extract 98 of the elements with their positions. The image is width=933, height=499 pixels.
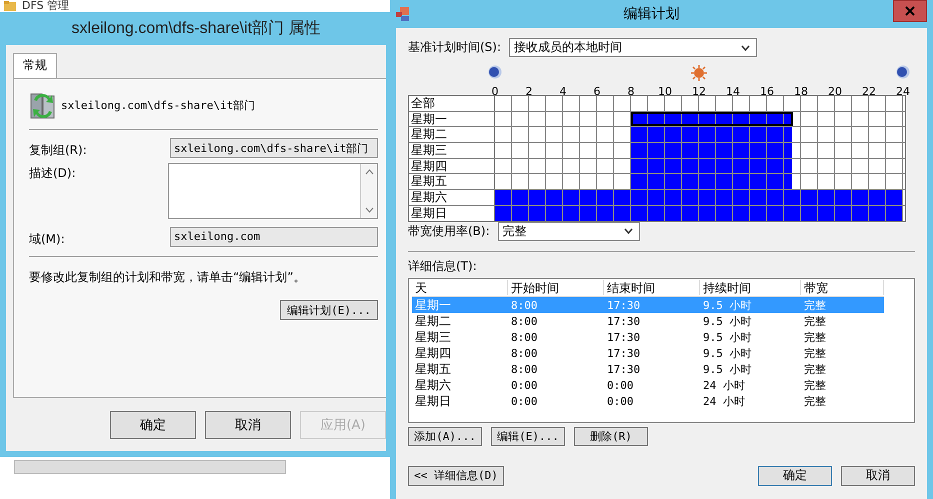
hour-label: 0 bbox=[492, 85, 498, 98]
hour-label: 20 bbox=[828, 85, 842, 98]
column-header[interactable]: 结束时间 bbox=[604, 280, 700, 295]
hour-label: 14 bbox=[726, 85, 740, 98]
instruction-text: 要修改此复制组的计划和带宽，请单击“编辑计划”。 bbox=[29, 269, 306, 286]
table-cell-text: 9.5 小时 bbox=[702, 314, 752, 328]
table-cell-text: 星期日 bbox=[414, 392, 452, 410]
table-cell-text: 完整 bbox=[803, 330, 827, 344]
dialog-button[interactable]: 确定 bbox=[758, 466, 832, 486]
hour-label: 24 bbox=[896, 85, 910, 98]
sun-icon bbox=[691, 65, 707, 81]
table-cell-text: 0:00 bbox=[606, 378, 634, 392]
table-cell-text: 8:00 bbox=[510, 298, 538, 312]
dialog-button[interactable]: 取消 bbox=[205, 411, 291, 439]
action-button[interactable]: 添加(A)... bbox=[408, 426, 482, 446]
table-cell-text: 9.5 小时 bbox=[702, 298, 752, 312]
moon-icon bbox=[488, 65, 502, 79]
table-cell-text: 8:00 bbox=[510, 362, 538, 376]
table-cell-text: 17:30 bbox=[606, 362, 642, 376]
edit-schedule-button[interactable]: 编辑计划(E)... bbox=[280, 300, 378, 320]
section-label: 详细信息(T): bbox=[408, 258, 478, 274]
action-button[interactable]: 删除(R) bbox=[574, 426, 648, 446]
table-cell-text: 0:00 bbox=[510, 394, 538, 408]
app-icon bbox=[396, 7, 410, 21]
folder-icon bbox=[4, 1, 16, 11]
field-label: 基准计划时间(S): bbox=[408, 39, 502, 56]
table-cell-text: 8:00 bbox=[510, 314, 538, 328]
field-label: 域(M): bbox=[29, 231, 65, 248]
list-row[interactable]: 星期五 8:00 17:30 9.5 小时 完整 bbox=[412, 360, 884, 376]
tab[interactable]: 常规 bbox=[13, 53, 57, 78]
table-cell-text: 24 小时 bbox=[702, 394, 746, 408]
list-row[interactable]: 星期六 0:00 0:00 24 小时 完整 bbox=[412, 376, 884, 392]
chevron-up-icon bbox=[364, 169, 374, 175]
table-cell-text: 0:00 bbox=[606, 394, 634, 408]
table-cell-text: 完整 bbox=[803, 298, 827, 312]
action-button[interactable]: 编辑(E)... bbox=[491, 426, 565, 446]
readonly-field[interactable]: sxleilong.com bbox=[170, 227, 378, 247]
dialog-title: 编辑计划 bbox=[622, 5, 680, 23]
time-basis-dropdown[interactable]: 接收成员的本地时间 bbox=[509, 38, 758, 57]
table-cell-text: 星期一 bbox=[414, 296, 452, 314]
table-cell-text: 17:30 bbox=[606, 330, 642, 344]
table-cell-text: 完整 bbox=[803, 378, 827, 392]
hour-label: 18 bbox=[794, 85, 808, 98]
window-title: DFS 管理 bbox=[22, 0, 70, 12]
table-cell-text: 17:30 bbox=[606, 298, 642, 312]
table-cell-text: 星期三 bbox=[414, 328, 452, 346]
readonly-field[interactable]: sxleilong.com\dfs-share\it部门 bbox=[170, 138, 378, 158]
dialog-title: sxleilong.com\dfs-share\it部门 属性 bbox=[72, 18, 320, 39]
list-row[interactable]: 星期二 8:00 17:30 9.5 小时 完整 bbox=[412, 312, 884, 328]
table-cell-text: 9.5 小时 bbox=[702, 330, 752, 344]
table-cell-text: 星期四 bbox=[414, 344, 452, 362]
table-cell-text: 8:00 bbox=[510, 330, 538, 344]
table-cell-text: 完整 bbox=[803, 362, 827, 376]
field-label: 描述(D): bbox=[29, 165, 76, 182]
dialog-button[interactable]: 取消 bbox=[841, 466, 915, 486]
table-cell-text: 9.5 小时 bbox=[702, 346, 752, 360]
table-cell-text: 星期六 bbox=[414, 376, 452, 394]
field-label: 带宽使用率(B): bbox=[408, 222, 490, 240]
table-cell-text: 星期二 bbox=[414, 312, 452, 330]
table-cell-text: 17:30 bbox=[606, 314, 642, 328]
chevron-down-icon bbox=[741, 44, 750, 50]
chevron-down-icon bbox=[624, 228, 633, 234]
column-header[interactable]: 持续时间 bbox=[700, 280, 801, 295]
list-row[interactable]: 星期四 8:00 17:30 9.5 小时 完整 bbox=[412, 344, 884, 360]
table-cell-text: 0:00 bbox=[510, 378, 538, 392]
hour-label: 12 bbox=[692, 85, 706, 98]
table-cell-text: 17:30 bbox=[606, 346, 642, 360]
list-row[interactable]: 星期日 0:00 0:00 24 小时 完整 bbox=[412, 392, 884, 408]
table-cell-text: 完整 bbox=[803, 346, 827, 360]
close-button[interactable] bbox=[893, 0, 927, 22]
vertical-scrollbar[interactable] bbox=[360, 164, 377, 218]
table-cell-text: 9.5 小时 bbox=[702, 362, 752, 376]
table-cell-text: 8:00 bbox=[510, 346, 538, 360]
description-field[interactable] bbox=[168, 163, 378, 219]
table-cell-text: 24 小时 bbox=[702, 378, 746, 392]
table-cell-text: 星期五 bbox=[414, 360, 452, 378]
hour-label: 2 bbox=[526, 85, 532, 98]
hour-label: 22 bbox=[862, 85, 876, 98]
column-header[interactable]: 天 bbox=[412, 280, 508, 295]
list-row[interactable]: 星期三 8:00 17:30 9.5 小时 完整 bbox=[412, 328, 884, 344]
hour-label: 4 bbox=[560, 85, 566, 98]
hour-label: 6 bbox=[594, 85, 600, 98]
bandwidth-dropdown[interactable]: 完整 bbox=[498, 222, 640, 240]
table-cell-text: 完整 bbox=[803, 394, 827, 408]
dialog-button[interactable]: 确定 bbox=[110, 411, 196, 439]
field-label: 复制组(R): bbox=[29, 142, 87, 159]
table-cell-text: 完整 bbox=[803, 314, 827, 328]
column-header[interactable]: 开始时间 bbox=[508, 280, 604, 295]
hour-label: 16 bbox=[760, 85, 774, 98]
hour-label: 10 bbox=[658, 85, 672, 98]
hour-label: 8 bbox=[628, 85, 634, 98]
moon-icon bbox=[896, 65, 910, 79]
close-icon bbox=[905, 6, 915, 16]
chevron-down-icon bbox=[364, 207, 374, 213]
object-name: sxleilong.com\dfs-share\it部门 bbox=[61, 98, 256, 112]
horizontal-scrollbar[interactable] bbox=[14, 460, 286, 474]
column-header[interactable]: 带宽 bbox=[801, 280, 884, 295]
details-toggle-button[interactable]: << 详细信息(D) bbox=[408, 466, 504, 486]
